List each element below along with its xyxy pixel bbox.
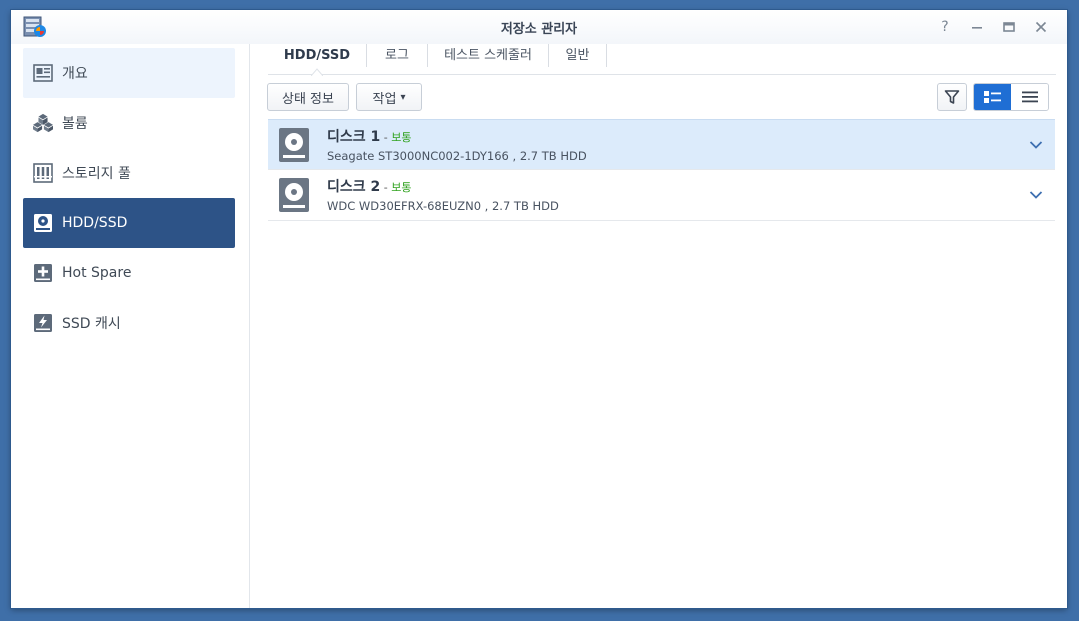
tab-bar: HDD/SSD 로그 테스트 스케줄러 일반 xyxy=(268,44,1056,76)
tab-label: 로그 xyxy=(385,48,409,63)
status-info-button[interactable]: 상태 정보 xyxy=(267,83,349,111)
sidebar-item-volume[interactable]: 볼륨 xyxy=(23,98,235,148)
hot-spare-icon xyxy=(33,263,53,283)
ssd-cache-icon xyxy=(33,313,53,333)
button-label: 상태 정보 xyxy=(282,91,334,107)
disk-number: 1 xyxy=(370,129,381,145)
tab-test-scheduler[interactable]: 테스트 스케줄러 xyxy=(428,44,548,74)
sidebar-item-label: 볼륨 xyxy=(62,116,88,132)
disk-description: Seagate ST3000NC002-1DY166 , 2.7 TB HDD xyxy=(327,149,587,163)
window-title: 저장소 관리자 xyxy=(500,22,578,37)
title-bar: 저장소 관리자 ? xyxy=(11,10,1067,44)
disk-title-separator: - xyxy=(380,181,392,194)
button-label: 작업 xyxy=(372,91,397,107)
disk-title: 디스크 2 - 보통 xyxy=(327,176,411,196)
view-toggle xyxy=(973,83,1049,111)
sidebar: 개요 볼륨 스토리지 풀 HDD/SSD Hot Spare SSD 캐시 xyxy=(11,44,250,608)
overview-icon xyxy=(33,63,53,83)
minimize-icon xyxy=(972,27,982,29)
chevron-down-icon[interactable] xyxy=(1029,138,1043,152)
storage-pool-icon xyxy=(33,163,53,183)
tab-label: 일반 xyxy=(565,48,590,63)
disk-title: 디스크 1 - 보통 xyxy=(327,126,411,146)
sidebar-item-label: SSD 캐시 xyxy=(62,316,121,332)
help-icon: ? xyxy=(941,19,949,35)
chevron-down-icon[interactable] xyxy=(1029,188,1043,202)
disk-description: WDC WD30EFRX-68EUZN0 , 2.7 TB HDD xyxy=(327,199,559,213)
disk-list: 디스크 1 - 보통 Seagate ST3000NC002-1DY166 , … xyxy=(268,119,1055,221)
sidebar-item-label: 스토리지 풀 xyxy=(62,166,131,182)
list-view-icon xyxy=(1021,91,1038,103)
sidebar-item-label: 개요 xyxy=(62,66,88,82)
tab-separator xyxy=(606,44,607,67)
storage-manager-window: 저장소 관리자 ? 개요 볼륨 스토리지 풀 HDD/SSD Hot Spare… xyxy=(11,10,1067,608)
maximize-button[interactable] xyxy=(997,16,1021,38)
disk-title-separator: - xyxy=(380,131,392,144)
window-controls: ? xyxy=(933,16,1053,38)
sidebar-item-storage-pool[interactable]: 스토리지 풀 xyxy=(23,148,235,198)
hard-disk-icon xyxy=(279,178,309,212)
action-dropdown-button[interactable]: 작업 ▾ xyxy=(356,83,422,111)
filter-icon xyxy=(944,90,960,104)
caret-down-icon: ▾ xyxy=(400,91,406,103)
list-view-button[interactable] xyxy=(1011,84,1048,110)
sidebar-item-overview[interactable]: 개요 xyxy=(23,48,235,98)
sidebar-item-hot-spare[interactable]: Hot Spare xyxy=(23,248,235,298)
active-tab-indicator xyxy=(311,68,323,76)
tab-log[interactable]: 로그 xyxy=(367,44,427,74)
hard-disk-icon xyxy=(279,128,309,162)
tab-general[interactable]: 일반 xyxy=(549,44,606,74)
tab-label: HDD/SSD xyxy=(283,48,351,63)
maximize-icon xyxy=(1003,22,1015,32)
sidebar-item-hdd-ssd[interactable]: HDD/SSD xyxy=(23,198,235,248)
disk-name: 디스크 xyxy=(327,179,366,195)
filter-button[interactable] xyxy=(937,83,967,111)
disk-status: 보통 xyxy=(391,181,412,194)
hdd-icon xyxy=(33,213,53,233)
close-icon xyxy=(1035,21,1047,33)
disk-status: 보통 xyxy=(391,131,412,144)
detail-view-icon xyxy=(983,91,1001,103)
detail-view-button[interactable] xyxy=(974,84,1011,110)
tab-label: 테스트 스케줄러 xyxy=(444,48,532,63)
disk-name: 디스크 xyxy=(327,129,366,145)
sidebar-item-label: Hot Spare xyxy=(62,265,132,281)
help-button[interactable]: ? xyxy=(933,16,957,38)
volume-icon xyxy=(33,113,53,133)
close-button[interactable] xyxy=(1029,16,1053,38)
sidebar-item-ssd-cache[interactable]: SSD 캐시 xyxy=(23,298,235,348)
disk-row[interactable]: 디스크 1 - 보통 Seagate ST3000NC002-1DY166 , … xyxy=(268,119,1055,170)
disk-number: 2 xyxy=(370,179,381,195)
disk-row[interactable]: 디스크 2 - 보통 WDC WD30EFRX-68EUZN0 , 2.7 TB… xyxy=(268,170,1055,221)
sidebar-item-label: HDD/SSD xyxy=(62,215,128,231)
minimize-button[interactable] xyxy=(965,16,989,38)
